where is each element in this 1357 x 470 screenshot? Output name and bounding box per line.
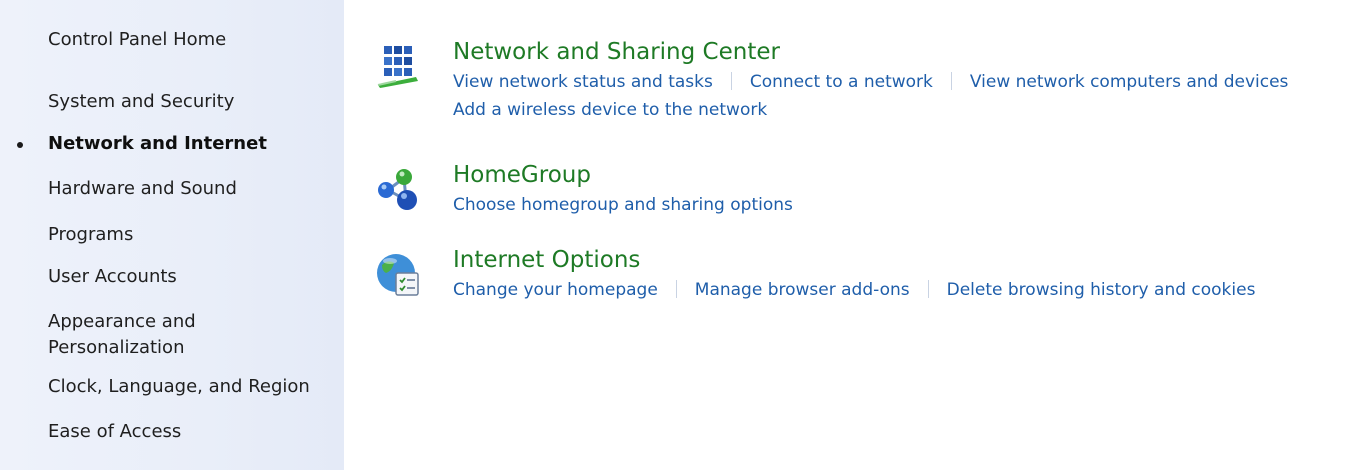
change-homepage-link[interactable]: Change your homepage — [453, 280, 658, 300]
network-and-sharing-center-links: View network status and tasks Connect to … — [453, 70, 1288, 122]
internet-options-icon — [377, 254, 419, 296]
sidebar-item-label-line2: Personalization — [48, 337, 185, 358]
internet-options-title[interactable]: Internet Options — [453, 245, 640, 275]
sidebar-item-system-and-security[interactable]: System and Security — [48, 89, 234, 115]
manage-browser-addons-link[interactable]: Manage browser add-ons — [695, 280, 910, 300]
sidebar-item-label: Network and Internet — [48, 133, 267, 154]
network-sharing-icon — [377, 46, 418, 88]
view-network-computers-link[interactable]: View network computers and devices — [970, 72, 1289, 92]
sidebar-item-programs[interactable]: Programs — [48, 222, 133, 248]
link-separator — [730, 72, 732, 90]
connect-to-network-link[interactable]: Connect to a network — [750, 72, 933, 92]
sidebar-item-ease-of-access[interactable]: Ease of Access — [48, 419, 181, 445]
homegroup-title[interactable]: HomeGroup — [453, 160, 591, 190]
control-panel-window: Control Panel Home System and Security N… — [0, 0, 1357, 470]
choose-homegroup-options-link[interactable]: Choose homegroup and sharing options — [453, 195, 793, 215]
add-wireless-device-link[interactable]: Add a wireless device to the network — [453, 98, 1288, 122]
delete-browsing-history-link[interactable]: Delete browsing history and cookies — [947, 280, 1256, 300]
sidebar-item-clock-language-region[interactable]: Clock, Language, and Region — [48, 374, 310, 400]
sidebar-item-user-accounts[interactable]: User Accounts — [48, 264, 177, 290]
link-separator — [950, 72, 952, 90]
homegroup-icon — [378, 169, 417, 210]
sidebar-item-network-and-internet[interactable]: Network and Internet — [17, 131, 267, 157]
main-content-pane: Network and Sharing Center View network … — [344, 0, 1357, 470]
sidebar-item-label: Appearance and — [48, 311, 196, 332]
sidebar-item-control-panel-home[interactable]: Control Panel Home — [48, 27, 226, 53]
link-separator — [675, 280, 677, 298]
view-network-status-link[interactable]: View network status and tasks — [453, 72, 713, 92]
active-bullet-icon — [17, 142, 23, 148]
left-navigation-pane: Control Panel Home System and Security N… — [0, 0, 344, 470]
network-and-sharing-center-title[interactable]: Network and Sharing Center — [453, 37, 780, 67]
homegroup-links: Choose homegroup and sharing options — [453, 193, 793, 217]
link-separator — [927, 280, 929, 298]
sidebar-item-hardware-and-sound[interactable]: Hardware and Sound — [48, 176, 237, 202]
sidebar-item-appearance-and-personalization[interactable]: Appearance and Personalization — [48, 309, 196, 361]
internet-options-links: Change your homepage Manage browser add-o… — [453, 278, 1255, 302]
